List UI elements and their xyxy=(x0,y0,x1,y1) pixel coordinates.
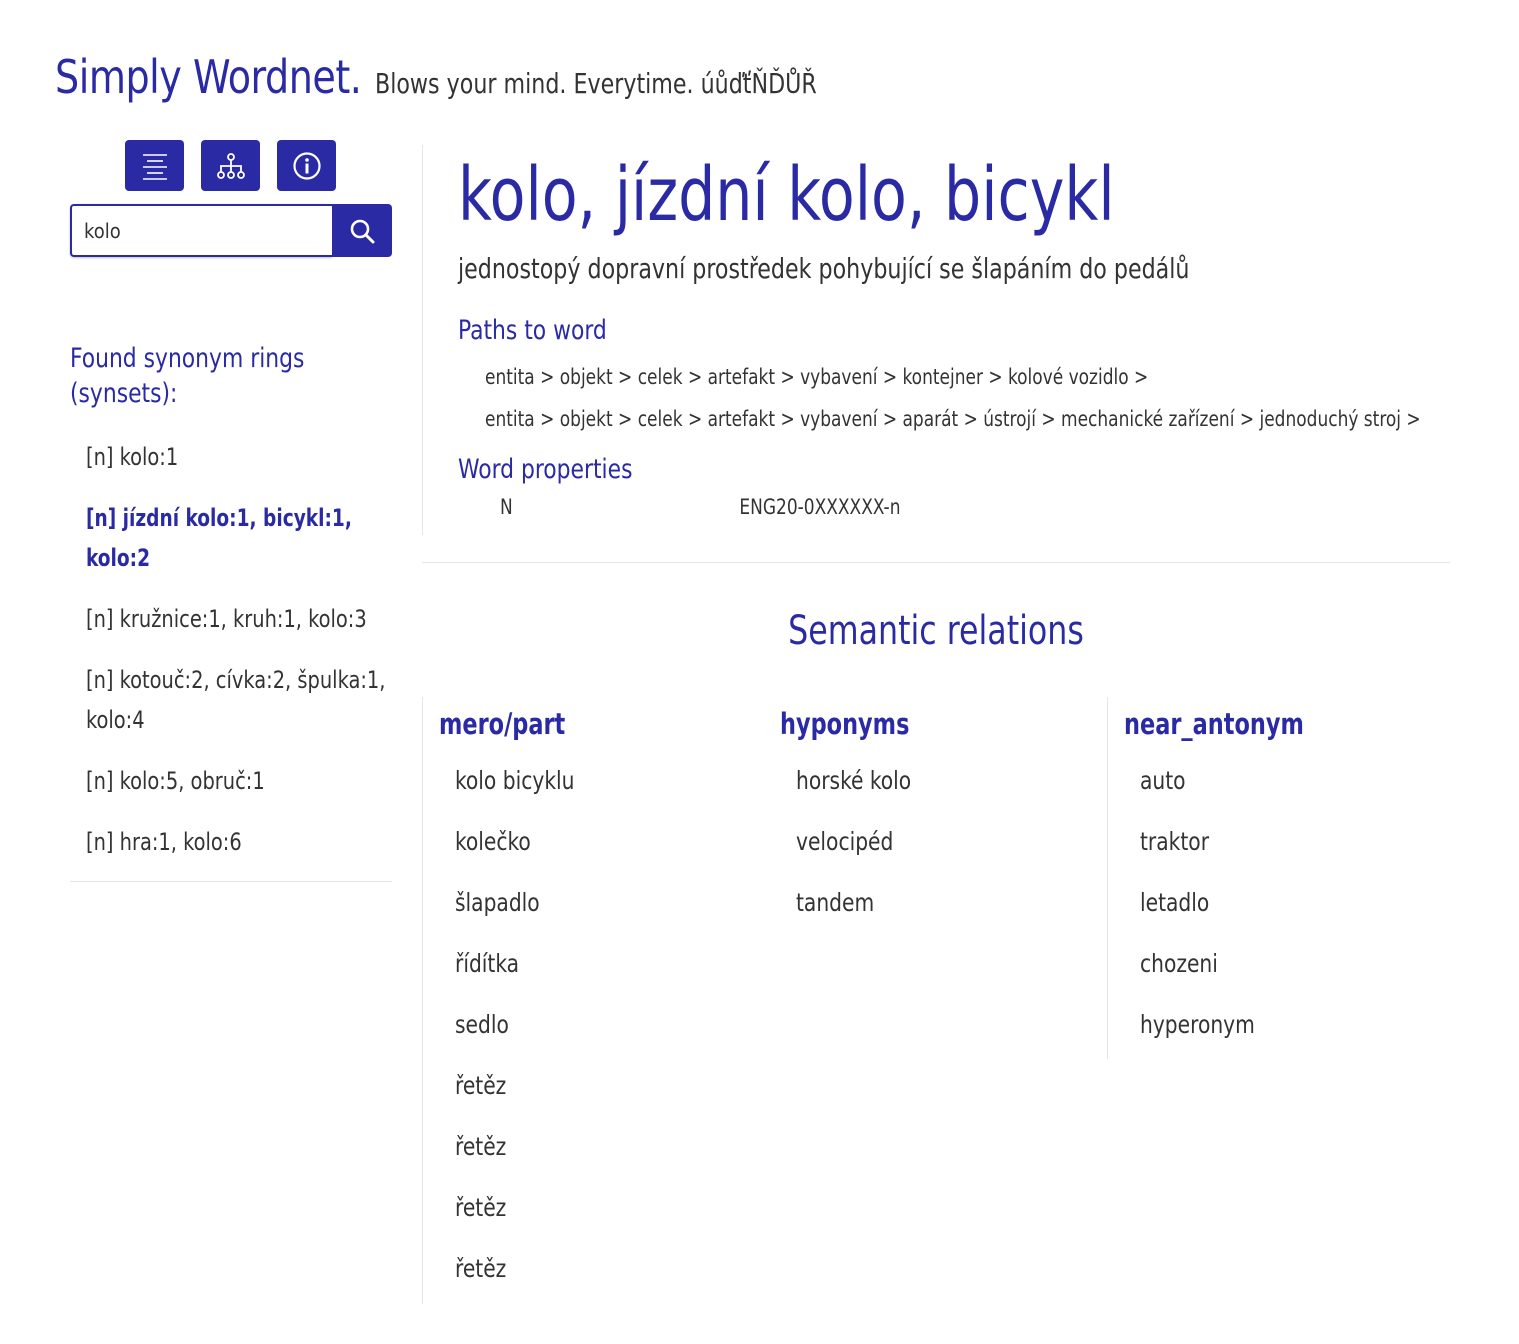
relation-heading: mero/part xyxy=(439,707,566,741)
relation-item[interactable]: velocipéd xyxy=(796,822,1073,883)
relation-item[interactable]: řídítka xyxy=(455,944,732,1005)
info-button[interactable] xyxy=(277,140,336,191)
tree-view-button[interactable] xyxy=(201,140,260,191)
word-id: ENG20-0XXXXXX-n xyxy=(739,495,901,519)
relation-item[interactable]: traktor xyxy=(1140,822,1417,883)
site-header: Simply Wordnet. Blows your mind. Everyti… xyxy=(55,50,877,104)
path-line: entita > objekt > celek > artefakt > vyb… xyxy=(485,365,1149,389)
relation-item[interactable]: řetěz xyxy=(455,1249,732,1310)
synset-item[interactable]: [n] kolo:5, obruč:1 xyxy=(86,761,388,801)
relation-item[interactable]: tandem xyxy=(796,883,1073,944)
site-title[interactable]: Simply Wordnet. xyxy=(55,50,362,104)
relation-item[interactable]: řetěz xyxy=(455,1188,732,1249)
word-definition: jednostopý dopravní prostředek pohybujíc… xyxy=(458,252,1190,285)
hierarchy-icon xyxy=(216,152,245,179)
synset-item[interactable]: [n] kotouč:2, cívka:2, špulka:1, kolo:4 xyxy=(86,660,388,740)
properties-heading: Word properties xyxy=(458,454,633,485)
paths-heading: Paths to word xyxy=(458,315,607,346)
synset-item[interactable]: [n] hra:1, kolo:6 xyxy=(86,822,388,862)
search-button[interactable] xyxy=(332,204,392,257)
relation-column-hyponyms: hyponyms horské kolo velocipéd tandem xyxy=(764,697,1104,944)
list-icon xyxy=(142,153,167,180)
word-detail: kolo, jízdní kolo, bicykl jednostopý dop… xyxy=(458,150,1458,519)
word-title: kolo, jízdní kolo, bicykl xyxy=(458,152,1115,238)
relation-item[interactable]: auto xyxy=(1140,761,1417,822)
search-icon xyxy=(350,219,375,243)
synset-item-active[interactable]: [n] jízdní kolo:1, bicykl:1, kolo:2 xyxy=(86,498,374,578)
info-icon xyxy=(292,151,321,180)
paths-list: entita > objekt > celek > artefakt > vyb… xyxy=(458,356,1458,440)
site-tagline: Blows your mind. Everytime. úůďťŇĎŮŘ xyxy=(374,67,817,100)
relation-item[interactable]: horské kolo xyxy=(796,761,1073,822)
search-input[interactable] xyxy=(70,204,332,257)
main-vertical-divider xyxy=(422,145,423,535)
relation-item[interactable]: řetěz xyxy=(455,1127,732,1188)
part-of-speech: N xyxy=(500,495,513,519)
path-line: entita > objekt > celek > artefakt > vyb… xyxy=(485,407,1421,431)
synsets-heading: Found synonym rings (synsets): xyxy=(70,343,305,409)
relation-heading: near_antonym xyxy=(1124,707,1304,741)
relation-list: kolo bicyklu kolečko šlapadlo řídítka se… xyxy=(423,761,763,1310)
relation-item[interactable]: hyperonym xyxy=(1140,1005,1417,1066)
properties-row: N ENG20-0XXXXXX-n xyxy=(500,495,1362,519)
relation-column-mero-part: mero/part kolo bicyklu kolečko šlapadlo … xyxy=(422,697,763,1304)
relation-item[interactable]: letadlo xyxy=(1140,883,1417,944)
relations-title-text: Semantic relations xyxy=(788,608,1084,654)
relation-list: auto traktor letadlo chozeni hyperonym xyxy=(1108,761,1448,1066)
relation-heading: hyponyms xyxy=(780,707,910,741)
relation-item[interactable]: kolo bicyklu xyxy=(455,761,732,822)
relation-item[interactable]: chozeni xyxy=(1140,944,1417,1005)
relation-item[interactable]: sedlo xyxy=(455,1005,732,1066)
sidebar-divider xyxy=(70,881,392,882)
synset-list: [n] kolo:1 [n] jízdní kolo:1, bicykl:1, … xyxy=(70,437,392,862)
synset-item[interactable]: [n] kolo:1 xyxy=(86,437,388,477)
sidebar: Found synonym rings (synsets): [n] kolo:… xyxy=(70,140,392,883)
relation-item[interactable]: řetěz xyxy=(455,1066,732,1127)
toolbar xyxy=(69,140,392,191)
list-view-button[interactable] xyxy=(125,140,184,191)
relations-title: Semantic relations xyxy=(422,608,1450,654)
relation-list: horské kolo velocipéd tandem xyxy=(764,761,1104,944)
main-horizontal-divider xyxy=(422,562,1450,563)
relation-item[interactable]: šlapadlo xyxy=(455,883,732,944)
relation-column-near-antonym: near_antonym auto traktor letadlo chozen… xyxy=(1107,697,1448,1059)
relation-item[interactable]: kolečko xyxy=(455,822,732,883)
synset-item[interactable]: [n] kružnice:1, kruh:1, kolo:3 xyxy=(86,599,388,639)
search-bar xyxy=(70,204,392,257)
